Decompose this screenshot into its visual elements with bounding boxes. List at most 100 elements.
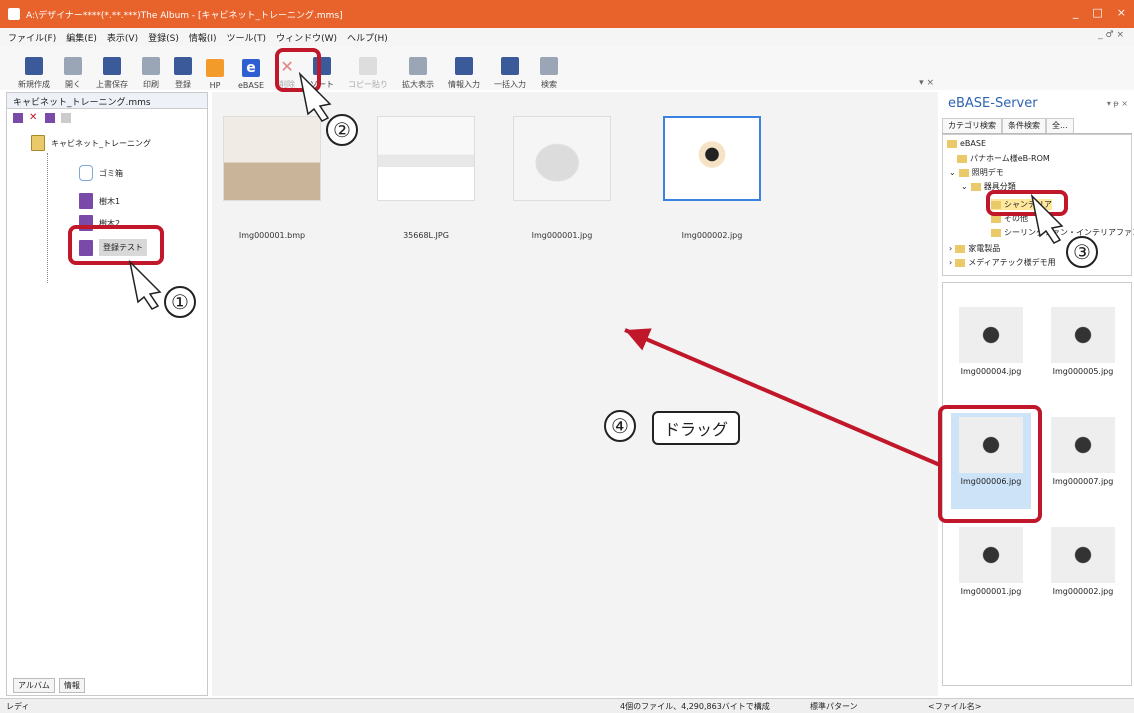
copy-button[interactable]: コピー貼り (344, 48, 392, 90)
menu-file[interactable]: ファイル(F) (8, 31, 56, 44)
tree-node[interactable]: eBASE (947, 139, 986, 148)
tab-info[interactable]: 情報 (58, 678, 85, 693)
menu-window[interactable]: ウィンドウ(W) (276, 31, 337, 44)
cabinet-icon (31, 135, 45, 151)
delete-folder-icon[interactable]: ✕ (29, 113, 39, 123)
tree-node[interactable]: シーリングファン・インテリアファン (991, 227, 1134, 238)
menu-info[interactable]: 情報(I) (189, 31, 217, 44)
window-controls: _ □ × (1073, 6, 1126, 19)
tab-category-search[interactable]: カテゴリ検索 (942, 118, 1002, 133)
gallery-image (1051, 527, 1115, 583)
panel-pin-controls[interactable]: ▾ × (919, 78, 934, 88)
chevron-down-icon: ⌄ (961, 182, 968, 191)
chevron-right-icon: › (949, 258, 953, 267)
thumbnail-image (377, 116, 475, 201)
gallery-item[interactable]: Img000004.jpg (951, 303, 1031, 399)
panel-controls[interactable]: ▾ ᵽ × (1107, 99, 1128, 108)
app-icon (8, 8, 20, 20)
tree-node[interactable]: › メディアテック様デモ用 (949, 257, 1056, 268)
menu-edit[interactable]: 編集(E) (66, 31, 97, 44)
folder-up-icon[interactable] (45, 113, 55, 123)
gallery-item[interactable]: Img000005.jpg (1043, 303, 1123, 399)
window-title: A:\デザイナー****(*.**.***)The Album - [キャビネッ… (26, 10, 343, 21)
highlight-chandelier (986, 190, 1068, 216)
cabinet-panel: キャビネット_トレーニング.mms ✕ キャビネット_トレーニング ゴミ箱 樹木… (6, 92, 208, 696)
print-icon (142, 57, 160, 75)
new-folder-icon[interactable] (13, 113, 23, 123)
folder-icon (991, 228, 1001, 237)
tree-root[interactable]: キャビネット_トレーニング (31, 135, 151, 151)
status-file-info: 4個のファイル、4,290,863バイトで構成 (620, 701, 770, 711)
minimize-button[interactable]: _ (1073, 6, 1079, 19)
menu-tools[interactable]: ツール(T) (227, 31, 267, 44)
thumb-item[interactable]: 35668L.JPG (376, 116, 476, 240)
folder-icon (970, 182, 981, 191)
title-bar: A:\デザイナー****(*.**.***)The Album - [キャビネッ… (0, 0, 1134, 28)
tree-node[interactable]: › 家電製品 (949, 243, 1000, 254)
hp-button[interactable]: HP (202, 48, 228, 90)
tab-album[interactable]: アルバム (13, 678, 55, 693)
tree-node[interactable]: パナホーム様eB-ROM (957, 153, 1050, 164)
ebase-button[interactable]: e eBASE (234, 48, 268, 90)
gallery-image (1051, 307, 1115, 363)
status-ready: レディ (6, 701, 30, 711)
menu-help[interactable]: ヘルプ(H) (347, 31, 388, 44)
menu-register[interactable]: 登録(S) (148, 31, 179, 44)
folder-icon (947, 139, 957, 148)
status-bar: レディ 4個のファイル、4,290,863バイトで構成 標準パターン <ファイル… (0, 698, 1134, 713)
new-button[interactable]: 新規作成 (14, 48, 54, 90)
thumb-item[interactable]: Img000001.jpg (512, 116, 612, 240)
open-button[interactable]: 開く (60, 48, 86, 90)
status-sort[interactable]: <ファイル名> (928, 701, 981, 712)
menu-bar: ファイル(F) 編集(E) 表示(V) 登録(S) 情報(I) ツール(T) ウ… (0, 28, 1134, 46)
tab-condition-search[interactable]: 条件検索 (1002, 118, 1046, 133)
folder-icon (955, 244, 966, 253)
thumb-item[interactable]: Img000002.jpg (662, 116, 762, 240)
thumbnail-image (663, 116, 761, 201)
folder-copy-icon[interactable] (61, 113, 71, 123)
gallery-item[interactable]: Img000002.jpg (1043, 523, 1123, 619)
zoom-view-button[interactable]: 拡大表示 (398, 48, 438, 90)
save-icon (103, 57, 121, 75)
maximize-button[interactable]: □ (1092, 6, 1102, 19)
close-button[interactable]: × (1117, 6, 1126, 19)
mdi-controls[interactable]: _ ♂ × (1098, 30, 1124, 40)
tree-item-trash[interactable]: ゴミ箱 (79, 165, 123, 181)
step-number-2: ② (326, 114, 358, 146)
gallery-image (1051, 417, 1115, 473)
hp-icon (206, 59, 224, 77)
thumb-item[interactable]: Img000001.bmp (222, 116, 322, 240)
bulk-input-icon (501, 57, 520, 75)
info-input-icon (455, 57, 474, 75)
highlight-ebase-button (275, 48, 321, 92)
tree-node[interactable]: ⌄ 照明デモ (949, 167, 1004, 178)
folder-icon (957, 154, 967, 163)
ebase-server-panel: eBASE-Server ▾ ᵽ × カテゴリ検索 条件検索 全... eBAS… (942, 92, 1134, 696)
menu-view[interactable]: 表示(V) (107, 31, 138, 44)
info-input-button[interactable]: 情報入力 (444, 48, 484, 90)
copy-icon (359, 57, 378, 75)
cabinet-tab[interactable]: キャビネット_トレーニング.mms (7, 93, 207, 109)
folder-icon (955, 258, 966, 267)
search-button[interactable]: 検索 (536, 48, 562, 90)
left-bottom-tabs: アルバム 情報 (13, 678, 85, 693)
save-button[interactable]: 上書保存 (92, 48, 132, 90)
folder-icon (958, 168, 969, 177)
tree-item-tree1[interactable]: 樹木1 (79, 193, 120, 209)
step-number-3: ③ (1066, 236, 1098, 268)
highlight-drag-source (938, 405, 1042, 523)
gallery-item[interactable]: Img000001.jpg (951, 523, 1031, 619)
chevron-right-icon: › (949, 244, 953, 253)
step-number-1: ① (164, 286, 196, 318)
register-button[interactable]: 登録 (170, 48, 196, 90)
bulk-input-button[interactable]: 一括入力 (490, 48, 530, 90)
register-icon (174, 57, 192, 75)
toolbar: 新規作成 開く 上書保存 印刷 登録 HP e eBASE ✕ 削除 ソート コピー… (0, 46, 1134, 90)
gallery-item[interactable]: Img000007.jpg (1043, 413, 1123, 509)
image-grid[interactable]: ▾ × Img000001.bmp 35668L.JPG Img000001.j… (212, 78, 938, 696)
tab-all[interactable]: 全... (1046, 118, 1074, 133)
panel-title: eBASE-Server (948, 95, 1038, 111)
print-button[interactable]: 印刷 (138, 48, 164, 90)
gallery-image (959, 307, 1023, 363)
gallery-image (959, 527, 1023, 583)
